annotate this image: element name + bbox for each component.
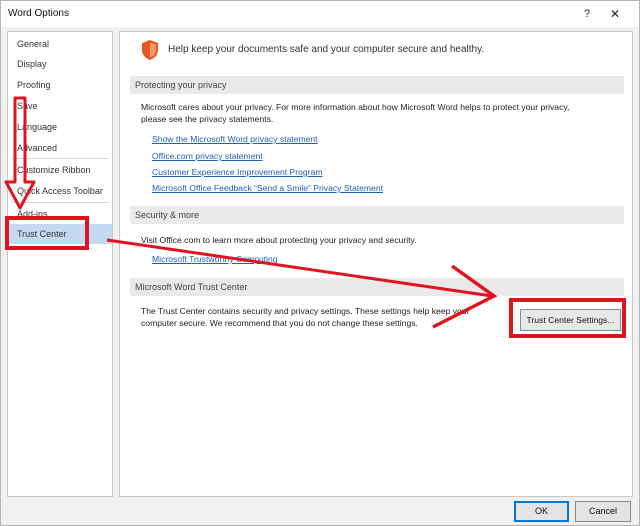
sidebar-item-trust-center[interactable]: Trust Center — [9, 224, 112, 244]
cancel-button[interactable]: Cancel — [575, 501, 631, 522]
privacy-text-line1: Microsoft cares about your privacy. For … — [141, 102, 570, 112]
sidebar-divider — [12, 202, 109, 203]
dialog-title: Word Options — [8, 8, 69, 19]
privacy-text-line2: please see the privacy statements. — [141, 114, 274, 124]
sidebar-item-language[interactable]: Language — [9, 117, 112, 137]
trust-center-headline: Help keep your documents safe and your c… — [168, 44, 485, 55]
shield-icon — [142, 40, 158, 60]
sidebar-item-save[interactable]: Save — [9, 96, 112, 116]
privacy-statement-link[interactable]: Show the Microsoft Word privacy statemen… — [152, 134, 318, 144]
security-text: Visit Office.com to learn more about pro… — [141, 235, 417, 245]
sidebar-item-advanced[interactable]: Advanced — [9, 138, 112, 158]
trust-center-pane: Help keep your documents safe and your c… — [119, 31, 633, 497]
help-button[interactable]: ? — [579, 6, 595, 22]
trustworthy-computing-link[interactable]: Microsoft Trustworthy Computing — [152, 254, 278, 264]
sidebar-item-display[interactable]: Display — [9, 54, 112, 74]
trust-center-settings-button[interactable]: Trust Center Settings... — [520, 309, 621, 331]
trust-center-section-header: Microsoft Word Trust Center — [130, 278, 624, 296]
office-privacy-link[interactable]: Office.com privacy statement — [152, 151, 263, 161]
sidebar-item-add-ins[interactable]: Add-ins — [9, 204, 112, 224]
options-sidebar: General Display Proofing Save Language A… — [7, 31, 113, 497]
title-bar: Word Options ? ✕ — [1, 1, 639, 27]
close-button[interactable]: ✕ — [605, 6, 625, 22]
word-options-dialog: Word Options ? ✕ General Display Proofin… — [0, 0, 640, 526]
send-a-smile-link[interactable]: Microsoft Office Feedback “Send a Smile”… — [152, 183, 383, 193]
privacy-section-header: Protecting your privacy — [130, 76, 624, 94]
sidebar-item-quick-access-toolbar[interactable]: Quick Access Toolbar — [9, 181, 112, 201]
security-section-header: Security & more — [130, 206, 624, 224]
ok-button[interactable]: OK — [514, 501, 569, 522]
sidebar-item-general[interactable]: General — [9, 34, 112, 54]
sidebar-item-proofing[interactable]: Proofing — [9, 75, 112, 95]
sidebar-divider — [12, 158, 109, 159]
ceip-link[interactable]: Customer Experience Improvement Program — [152, 167, 323, 177]
sidebar-item-customize-ribbon[interactable]: Customize Ribbon — [9, 160, 112, 180]
